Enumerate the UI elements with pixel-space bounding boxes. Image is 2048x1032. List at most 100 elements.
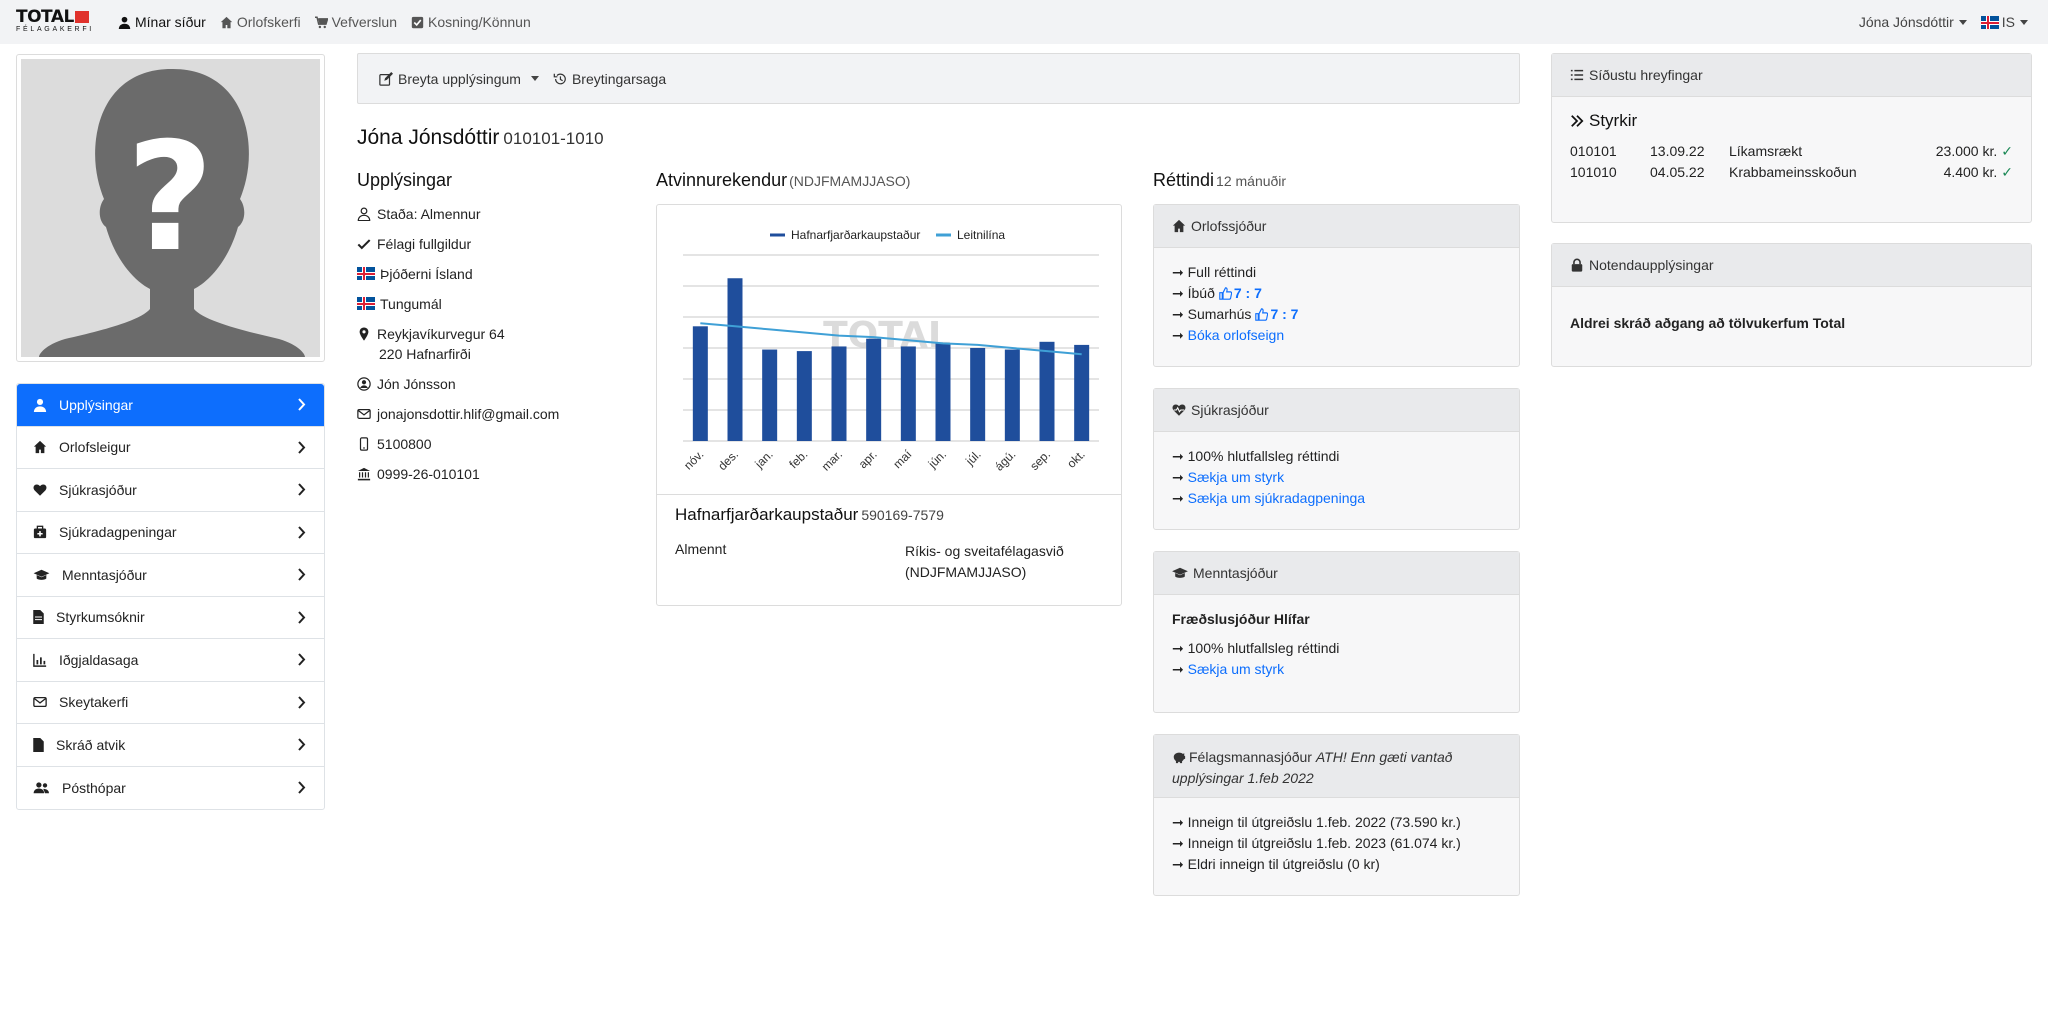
caret-down-icon — [2020, 20, 2028, 25]
chart-bar — [727, 278, 743, 441]
file-icon — [33, 610, 44, 625]
history-icon — [553, 73, 566, 84]
unknown-person-silhouette: ? — [21, 59, 320, 357]
payout-2022: ➞ Inneign til útgreiðslu 1.feb. 2022 (73… — [1172, 814, 1461, 830]
home-icon — [33, 441, 47, 454]
card-header: Félagsmannasjóður ATH! Enn gæti vantað u… — [1154, 735, 1519, 798]
chart-x-tick-label: jan. — [751, 447, 775, 471]
chevron-right-icon — [298, 653, 306, 666]
sidebar-item-skrad-atvik[interactable]: Skráð atvik — [17, 724, 324, 767]
cart-icon — [314, 15, 328, 28]
sidebar-item-idgjaldasaga[interactable]: Iðgjaldasaga — [17, 639, 324, 682]
chart-bar — [1004, 349, 1020, 441]
sidebar-item-upplysingar[interactable]: Upplýsingar — [17, 384, 324, 427]
apply-sick-pay-link[interactable]: Sækja um sjúkradagpeninga — [1188, 490, 1365, 506]
chart-bar — [866, 338, 882, 441]
chart-x-tick-label: jún. — [925, 447, 949, 471]
svg-text:?: ? — [126, 111, 213, 285]
checkbox-icon — [411, 16, 424, 28]
menntasjodur-card: Menntasjóður Fræðslusjóður Hlífar ➞ 100%… — [1153, 551, 1520, 713]
sidebar-item-posthopar[interactable]: Pósthópar — [17, 767, 324, 810]
kennitala: 010101-1010 — [503, 129, 604, 148]
chart-svg: TOTALnóv. des. jan. feb. mar. apr. maí jún. júl.… — [681, 228, 1099, 474]
grant-row: 010101 13.09.22 Líkamsrækt 23.000 kr. ✓ — [1570, 143, 2013, 159]
membership-row: Félagi fullgildur — [357, 234, 607, 264]
bar-chart-icon — [33, 653, 47, 667]
card-header: Orlofssjóður — [1154, 205, 1519, 248]
apartment-rights: ➞ Íbúð 7 : 7 — [1172, 285, 1262, 301]
graduation-cap-icon — [33, 569, 50, 580]
phone-row: 5100800 — [357, 434, 607, 464]
edit-info-dropdown[interactable]: Breyta upplýsingum — [379, 71, 539, 87]
nav-link-orlofskerfi[interactable]: Orlofskerfi — [220, 14, 301, 30]
sidebar-item-sjukrasjodur[interactable]: Sjúkrasjóður — [17, 469, 324, 512]
heart-icon — [33, 484, 47, 496]
card-header: Síðustu hreyfingar — [1552, 54, 2031, 97]
chevron-right-icon — [298, 525, 306, 539]
chart-bar — [935, 343, 951, 441]
nav-link-kosning[interactable]: Kosning/Könnun — [411, 14, 531, 30]
thumbs-up-icon — [1219, 287, 1233, 300]
apply-grant-link[interactable]: Sækja um styrk — [1188, 469, 1284, 485]
apply-education-grant-link[interactable]: Sækja um styrk — [1188, 661, 1284, 677]
status-row: Staða: Almennur — [357, 204, 607, 234]
rights-heading: Réttindi 12 mánuðir — [1153, 170, 1287, 190]
chart-bar — [970, 348, 986, 441]
grant-row: 101010 04.05.22 Krabbameinsskoðun 4.400 … — [1570, 164, 2013, 180]
nav-link-minar-sidur[interactable]: Mínar síður — [118, 14, 206, 30]
sidebar-item-menntasjodur[interactable]: Menntasjóður — [17, 554, 324, 597]
page-title: Jóna Jónsdóttir 010101-1010 — [357, 126, 604, 149]
felagsmannasjodur-card: Félagsmannasjóður ATH! Enn gæti vantað u… — [1153, 734, 1520, 896]
chart-x-tick-label: sep. — [1027, 447, 1053, 473]
sidebar-item-orlofsleigur[interactable]: Orlofsleigur — [17, 427, 324, 469]
check-icon: ✓ — [2001, 143, 2013, 159]
sidebar-item-sjukradagpeningar[interactable]: Sjúkradagpeningar — [17, 512, 324, 554]
legend-label-trend: Leitnilína — [957, 228, 1005, 242]
thumbs-up-icon — [1255, 308, 1269, 321]
employers-heading: Atvinnurekendur (NDJFMAMJJASO) — [656, 170, 911, 190]
legend-label-bars: Hafnarfjarðarkaupstaður — [791, 228, 920, 242]
edit-icon — [379, 71, 393, 86]
user-info-message: Aldrei skráð aðgang að tölvukerfum Total — [1570, 315, 1846, 331]
chart-x-tick-label: nóv. — [681, 447, 706, 472]
sjukra-rights-text: ➞ 100% hlutfallsleg réttindi — [1172, 448, 1340, 464]
user-menu-dropdown[interactable]: Jóna Jónsdóttir — [1859, 14, 1967, 30]
chart-x-tick-label: ágú. — [992, 447, 1018, 473]
mennta-rights-text: ➞ 100% hlutfallsleg réttindi — [1172, 640, 1340, 656]
bank-icon — [357, 467, 371, 481]
users-icon — [33, 782, 49, 793]
caret-down-icon — [1958, 20, 1967, 25]
payout-older: ➞ Eldri inneign til útgreiðslu (0 kr) — [1172, 856, 1380, 872]
chevron-right-icon — [298, 610, 306, 624]
employer-name: Hafnarfjarðarkaupstaður 590169-7579 — [675, 505, 944, 524]
mobile-phone-icon — [359, 437, 369, 451]
nav-link-vefverslun[interactable]: Vefverslun — [314, 14, 397, 30]
chart-bar — [900, 346, 916, 441]
chart-x-tick-label: júl. — [962, 447, 983, 468]
chart-x-tick-label: des. — [715, 447, 741, 473]
chart-bar — [796, 351, 812, 441]
user-circle-icon — [357, 377, 371, 391]
language-row: Tungumál — [357, 294, 607, 324]
graduation-cap-icon — [1172, 567, 1188, 578]
chart-bar — [1074, 344, 1090, 441]
info-list: Staða: Almennur Félagi fullgildur Þjóðer… — [357, 204, 607, 494]
language-dropdown[interactable]: IS — [1980, 14, 2028, 30]
change-history-button[interactable]: Breytingarsaga — [553, 71, 666, 87]
info-heading: Upplýsingar — [357, 170, 453, 190]
chevron-right-icon — [298, 738, 306, 751]
top-navbar: TOTAL FÉLAGAKERFI Mínar síður Orlofskerf… — [0, 0, 2048, 44]
chart-x-tick-label: mar. — [819, 447, 845, 473]
user-info-card: Notendaupplýsingar Aldrei skráð aðgang a… — [1551, 243, 2032, 367]
sidebar-item-styrkumsoknir[interactable]: Styrkumsóknir — [17, 597, 324, 639]
user-outline-icon — [357, 207, 371, 221]
sidebar-item-skeytakerfi[interactable]: Skeytakerfi — [17, 682, 324, 724]
chevron-right-icon — [298, 695, 306, 709]
education-fund-name: Fræðslusjóður Hlífar — [1172, 611, 1310, 627]
total-logo[interactable]: TOTAL FÉLAGAKERFI — [16, 9, 98, 34]
book-holiday-link[interactable]: Bóka orlofseign — [1188, 327, 1285, 343]
chevron-right-icon — [298, 398, 306, 411]
chart-x-tick-label: apr. — [856, 447, 880, 471]
orlofssjodur-card: Orlofssjóður ➞ Full réttindi ➞ Íbúð 7 : 7… — [1153, 204, 1520, 367]
user-icon — [33, 398, 47, 412]
